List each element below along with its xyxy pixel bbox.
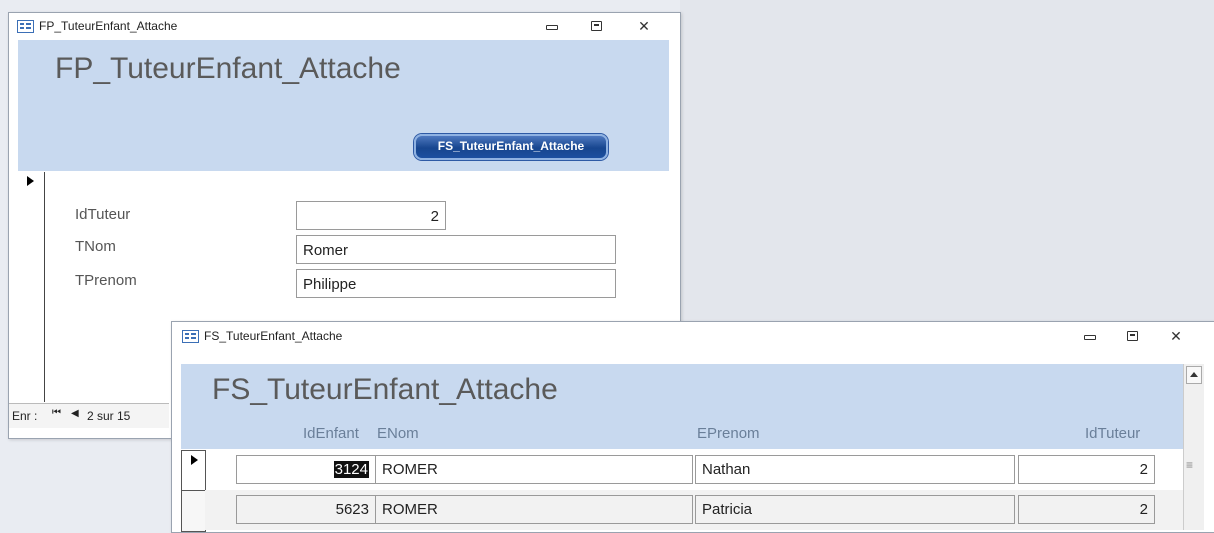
form-icon: [17, 20, 34, 33]
first-record-icon: ⏮: [52, 407, 61, 418]
close-icon: ✕: [638, 18, 650, 34]
previous-record-icon: ◀: [71, 408, 79, 419]
subform-minimize-button[interactable]: [1082, 330, 1096, 342]
selected-text: 3124: [333, 461, 369, 478]
subform-maximize-button[interactable]: [1125, 330, 1139, 342]
subform-header: FS_TuteurEnfant_Attache IdEnfant ENom EP…: [181, 364, 1183, 449]
tnom-label: TNom: [75, 238, 116, 255]
col-header-eprenom: EPrenom: [697, 425, 760, 442]
record-position-input[interactable]: 2 sur 15: [87, 409, 130, 423]
maximize-icon: [1127, 331, 1138, 341]
maximize-icon: [591, 21, 602, 31]
tprenom-field[interactable]: Philippe: [296, 269, 616, 298]
row-selector[interactable]: [181, 490, 206, 532]
cell-eprenom[interactable]: Nathan: [695, 455, 1015, 484]
subform-heading: FS_TuteurEnfant_Attache: [212, 373, 558, 406]
scroll-up-arrow-icon[interactable]: [1186, 366, 1202, 384]
row-grip-icon: ≡: [1186, 458, 1194, 472]
minimize-icon: [1084, 335, 1096, 340]
close-button[interactable]: ✕: [637, 18, 651, 34]
record-selector[interactable]: [18, 172, 45, 402]
row-selector-current[interactable]: [181, 450, 206, 492]
close-icon: ✕: [1170, 328, 1182, 344]
cell-eprenom[interactable]: Patricia: [695, 495, 1015, 524]
subform-window: FS_TuteurEnfant_Attache ✕ FS_TuteurEnfan…: [171, 321, 1214, 533]
subform-window-title: FS_TuteurEnfant_Attache: [204, 329, 343, 343]
tnom-field[interactable]: Romer: [296, 235, 616, 264]
cell-idenfant[interactable]: 3124: [236, 455, 376, 484]
subform-icon: [182, 330, 199, 343]
minimize-button[interactable]: [544, 20, 558, 32]
tprenom-label: TPrenom: [75, 272, 137, 289]
open-subform-button[interactable]: FS_TuteurEnfant_Attache: [414, 134, 608, 160]
main-form-titlebar[interactable]: FP_TuteurEnfant_Attache ✕: [9, 13, 680, 39]
subform-close-button[interactable]: ✕: [1169, 328, 1183, 344]
first-record-button[interactable]: ⏮: [52, 407, 61, 418]
cell-idtuteur[interactable]: 2: [1018, 495, 1155, 524]
col-header-enom: ENom: [377, 425, 419, 442]
current-record-arrow-icon: [27, 176, 34, 186]
idtuteur-label: IdTuteur: [75, 206, 131, 223]
col-header-idenfant: IdEnfant: [303, 425, 359, 442]
record-nav-prefix: Enr :: [12, 409, 38, 423]
minimize-icon: [546, 25, 558, 30]
idtuteur-field[interactable]: 2: [296, 201, 446, 230]
main-form-window-title: FP_TuteurEnfant_Attache: [39, 19, 178, 33]
cell-idenfant[interactable]: 5623: [236, 495, 376, 524]
main-form-heading: FP_TuteurEnfant_Attache: [55, 52, 401, 85]
vertical-scrollbar[interactable]: [1183, 364, 1204, 530]
main-form-header: FP_TuteurEnfant_Attache FS_TuteurEnfant_…: [18, 40, 669, 171]
current-record-arrow-icon: [191, 455, 198, 465]
cell-idtuteur[interactable]: 2: [1018, 455, 1155, 484]
maximize-button[interactable]: [589, 20, 603, 32]
col-header-idtuteur: IdTuteur: [1085, 425, 1141, 442]
subform-titlebar[interactable]: FS_TuteurEnfant_Attache ✕: [172, 322, 1214, 348]
record-navigation-bar: Enr : ⏮ ◀ 2 sur 15: [9, 403, 169, 428]
previous-record-button[interactable]: ◀: [71, 408, 79, 419]
cell-enom[interactable]: ROMER: [375, 455, 693, 484]
cell-enom[interactable]: ROMER: [375, 495, 693, 524]
